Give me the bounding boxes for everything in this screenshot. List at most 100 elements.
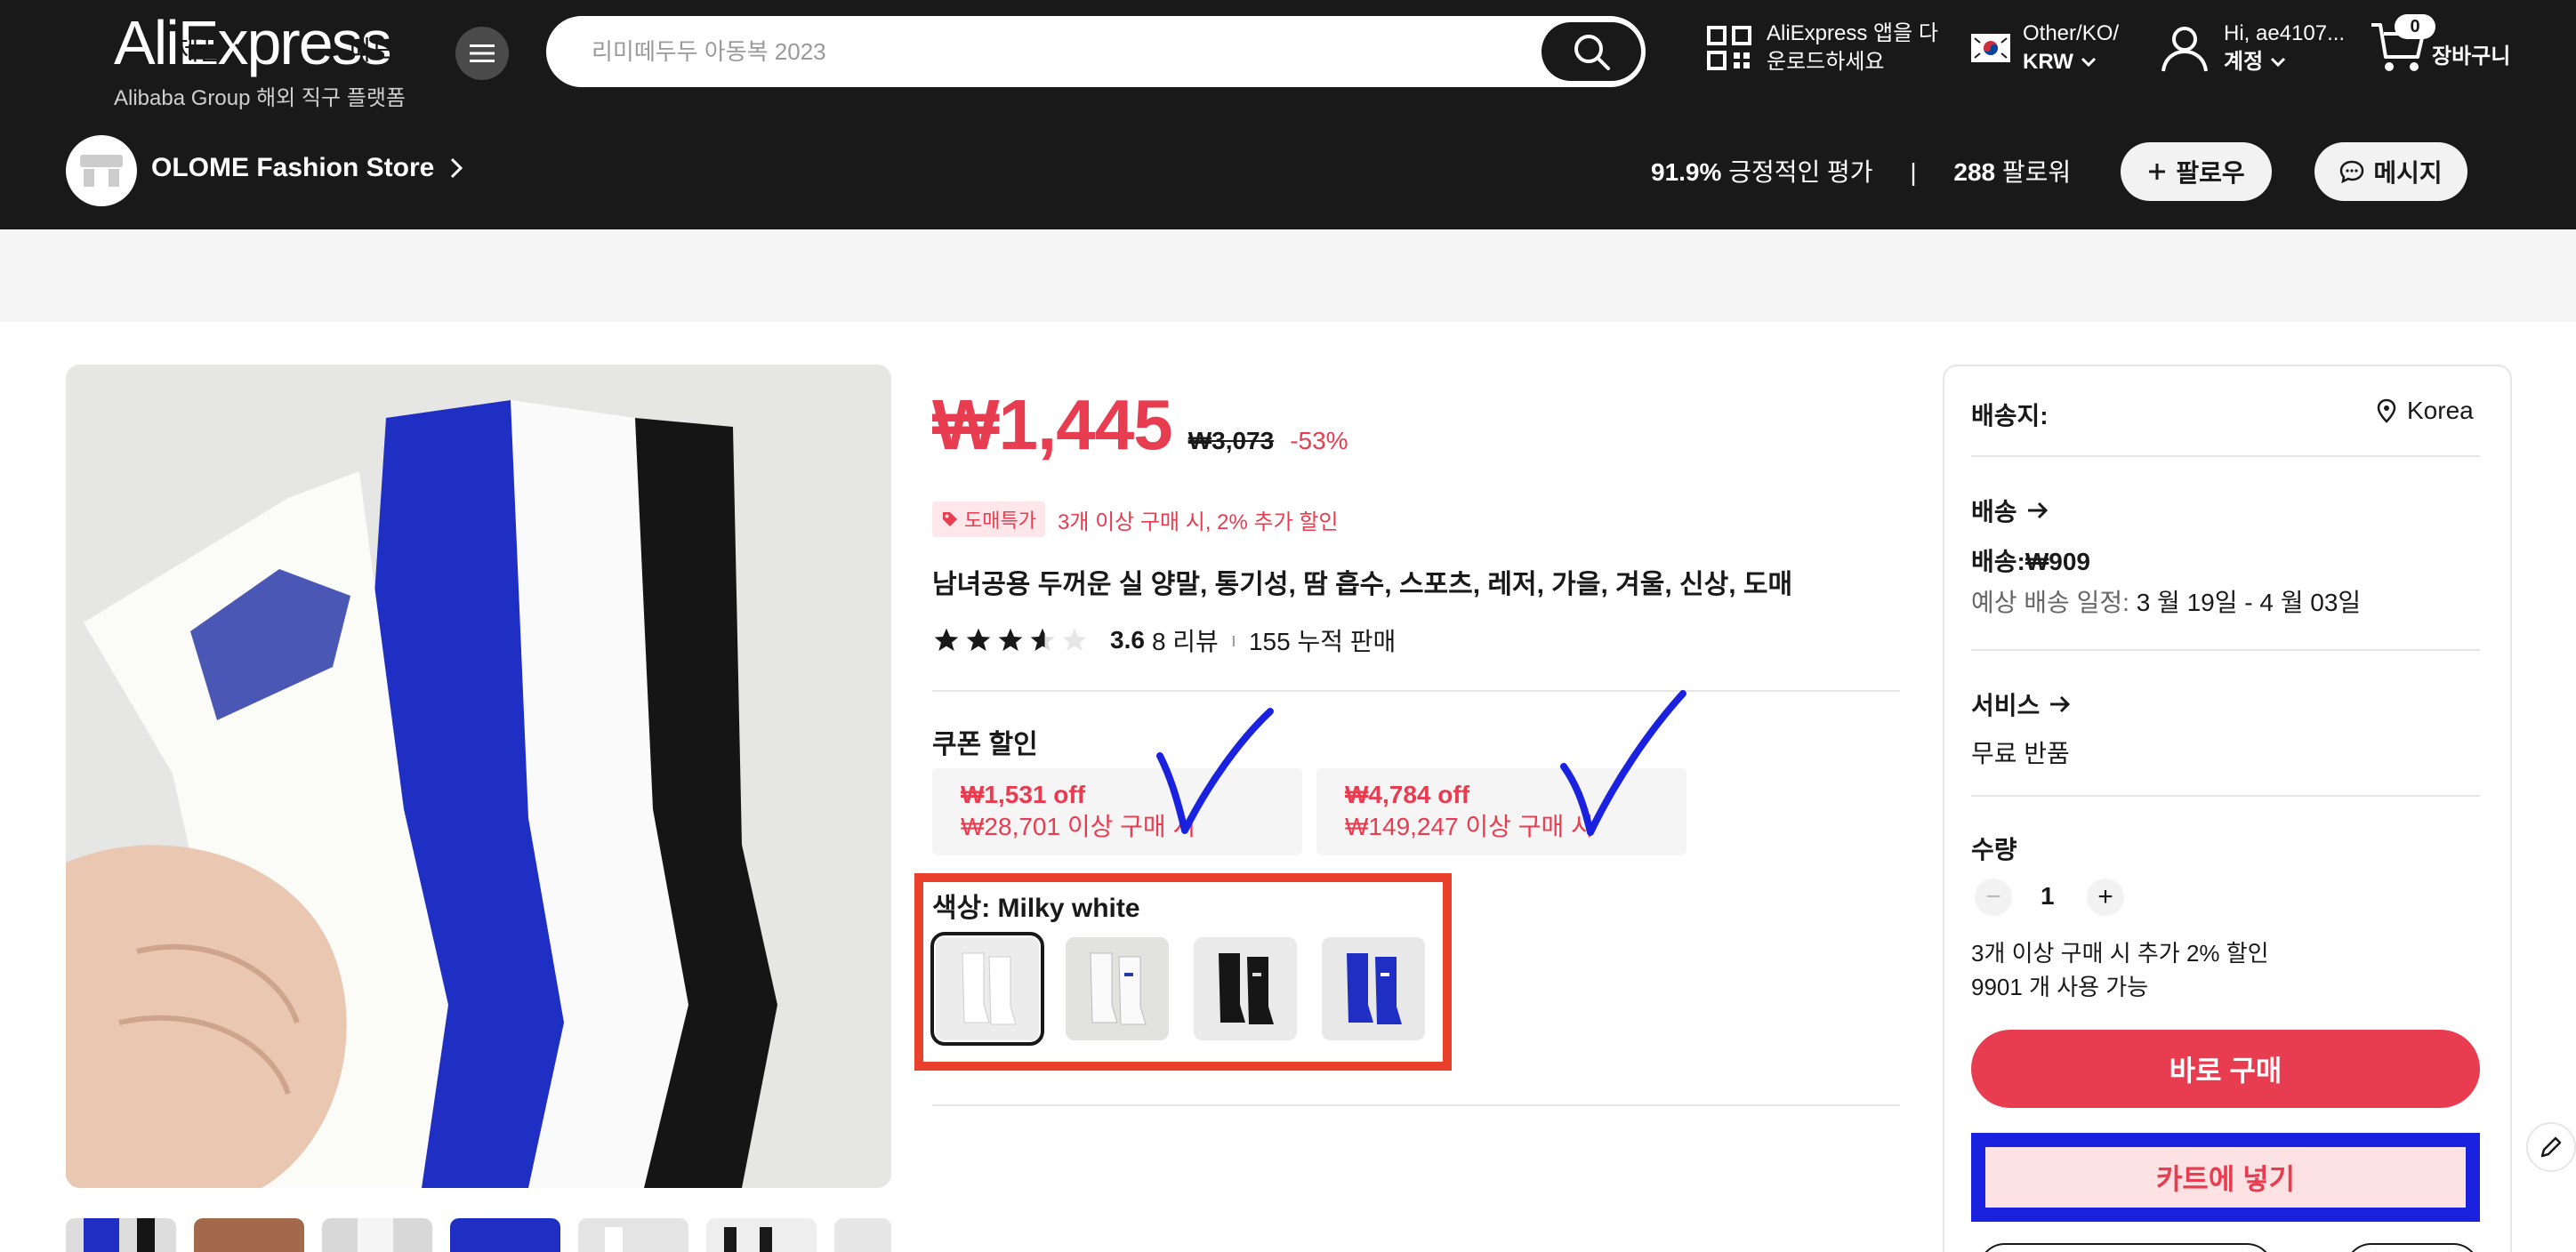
menu-button[interactable]	[455, 27, 509, 80]
followers-label: 팔로워	[2001, 158, 2072, 186]
checkmark-annotation-icon	[1560, 690, 1686, 836]
quantity-decrement-button[interactable]: −	[1975, 879, 2012, 916]
logo-subtitle: Alibaba Group 해외 직구 플랫폼	[114, 86, 406, 110]
app-download-line2: 운로드하세요	[1767, 50, 1885, 74]
gallery-thumbnail[interactable]	[706, 1218, 817, 1252]
store-logo[interactable]	[66, 135, 137, 206]
currency-text: KRW	[2023, 50, 2073, 74]
product-main-image[interactable]	[66, 365, 891, 1188]
swatch-image	[1066, 937, 1169, 1040]
gallery-thumbnail[interactable]	[194, 1218, 304, 1252]
service-value: 무료 반품	[1971, 740, 2070, 767]
coupon-section-title: 쿠폰 할인	[932, 730, 1038, 759]
plus-icon: +	[2097, 882, 2113, 911]
nav-item-home[interactable]: 홈	[66, 28, 91, 68]
feedback-edit-button[interactable]	[2526, 1122, 2576, 1172]
promo-badge-label: 도매특가	[964, 510, 1036, 532]
store-name: OLOME Fashion Store	[151, 153, 435, 182]
app-download-line1: AliExpress 앱을 다	[1767, 21, 1938, 45]
separator: ı	[1230, 629, 1236, 651]
gallery-thumbnail[interactable]	[578, 1218, 688, 1252]
stats-divider: |	[1910, 158, 1917, 186]
wishlist-button[interactable]	[2345, 1243, 2480, 1252]
search-button[interactable]	[1542, 22, 1641, 81]
price-row: ₩1,445 ₩3,073 -53%	[932, 384, 1348, 466]
cart-label: 장바구니	[2432, 44, 2511, 68]
divider	[932, 690, 1900, 692]
rating-row[interactable]: 3.6 8 리뷰 ı 155 누적 판매	[932, 622, 1396, 658]
buy-now-button[interactable]: 바로 구매	[1971, 1030, 2480, 1108]
nav-home-label: 홈	[66, 36, 91, 66]
shipping-link[interactable]: 배송	[1971, 493, 2049, 528]
message-label: 메시지	[2373, 159, 2443, 187]
download-app-link[interactable]: AliExpress 앱을 다 운로드하세요	[1706, 20, 1938, 76]
divider	[1971, 795, 2480, 797]
product-title: 남녀공용 두꺼운 실 양말, 통기성, 땀 흡수, 스포츠, 레저, 가을, 겨…	[932, 570, 1793, 599]
gallery-thumbnail[interactable]	[450, 1218, 560, 1252]
chat-bubble-icon	[2340, 160, 2364, 183]
star-empty-icon	[1062, 628, 1087, 651]
qr-code-icon	[1707, 26, 1751, 70]
bulk-promo: 도매특가 3개 이상 구매 시, 2% 추가 할인	[932, 502, 1338, 537]
discount-percent: -53%	[1290, 427, 1348, 454]
follow-button[interactable]: 팔로우	[2121, 142, 2272, 201]
review-count[interactable]: 8 리뷰	[1152, 622, 1219, 658]
account-menu[interactable]: Hi, ae4107... 계정	[2160, 20, 2345, 76]
minus-icon: −	[1985, 882, 2001, 911]
ship-to-selector[interactable]: Korea	[2377, 397, 2474, 425]
color-swatch-blue[interactable]	[1322, 937, 1425, 1040]
quantity-increment-button[interactable]: +	[2087, 879, 2124, 916]
quantity-discount-note: 3개 이상 구매 시 추가 2% 할인	[1971, 940, 2269, 967]
store-nav-bar	[0, 229, 2576, 322]
region-currency-selector[interactable]: Other/KO/ KRW	[1971, 20, 2119, 76]
quantity-title: 수량	[1971, 836, 2017, 863]
gallery-thumbnail[interactable]	[322, 1218, 432, 1252]
tag-icon	[943, 512, 957, 526]
thumbnail-image	[322, 1218, 432, 1252]
color-swatch-black[interactable]	[1194, 937, 1297, 1040]
swatch-image	[936, 937, 1039, 1040]
service-title: 서비스	[1971, 692, 2041, 719]
ship-to-value: Korea	[2407, 397, 2474, 424]
sold-count: 155 누적 판매	[1248, 628, 1397, 655]
cart-link[interactable]: 장바구니	[2370, 21, 2510, 73]
service-link[interactable]: 서비스	[1971, 686, 2072, 722]
color-label: 색상: Milky white	[932, 894, 1140, 923]
swatch-image	[1194, 937, 1297, 1040]
gallery-thumbnail[interactable]	[66, 1218, 176, 1252]
user-icon	[2161, 27, 2208, 72]
store-stats: 91.9% 긍정적인 평가 | 288 팔로워	[1651, 153, 2071, 189]
positive-feedback-label: 긍정적인 평가	[1728, 158, 1873, 186]
star-full-icon	[966, 628, 991, 651]
color-swatch-milky-white[interactable]	[930, 932, 1044, 1046]
plus-icon	[2149, 164, 2166, 180]
nav-item-products[interactable]: 제품	[174, 28, 252, 68]
thumbnail-image	[834, 1218, 891, 1252]
original-price: ₩3,073	[1187, 427, 1275, 454]
store-name-link[interactable]: OLOME Fashion Store	[151, 153, 463, 183]
color-swatch-white-grey[interactable]	[1066, 937, 1169, 1040]
location-pin-icon	[2377, 398, 2396, 423]
star-full-icon	[934, 628, 959, 651]
ship-to-label: 배송지:	[1971, 402, 2049, 429]
quantity-value[interactable]: 1	[2041, 882, 2055, 911]
korea-flag-icon	[1971, 34, 2010, 62]
gallery-thumbnail[interactable]	[834, 1218, 891, 1252]
nav-item-feedback[interactable]: 피드백	[347, 28, 421, 68]
chevron-down-icon	[2081, 57, 2096, 68]
share-button[interactable]	[1978, 1243, 2274, 1252]
add-to-cart-button[interactable]: 카트에 넣기	[1985, 1147, 2466, 1208]
rating-stars	[932, 626, 1089, 654]
thumbnail-image	[578, 1218, 688, 1252]
rating-score: 3.6	[1110, 626, 1145, 654]
cart-count-badge: 0	[2395, 14, 2435, 39]
search-bar	[546, 16, 1646, 87]
search-input[interactable]	[592, 19, 1481, 84]
divider	[932, 1104, 1900, 1106]
message-button[interactable]: 메시지	[2314, 142, 2467, 201]
swatch-image	[1322, 937, 1425, 1040]
hamburger-icon	[470, 44, 495, 62]
socks-photo	[66, 365, 891, 1188]
eta-label: 예상 배송 일정:	[1971, 589, 2129, 616]
divider	[1971, 649, 2480, 651]
